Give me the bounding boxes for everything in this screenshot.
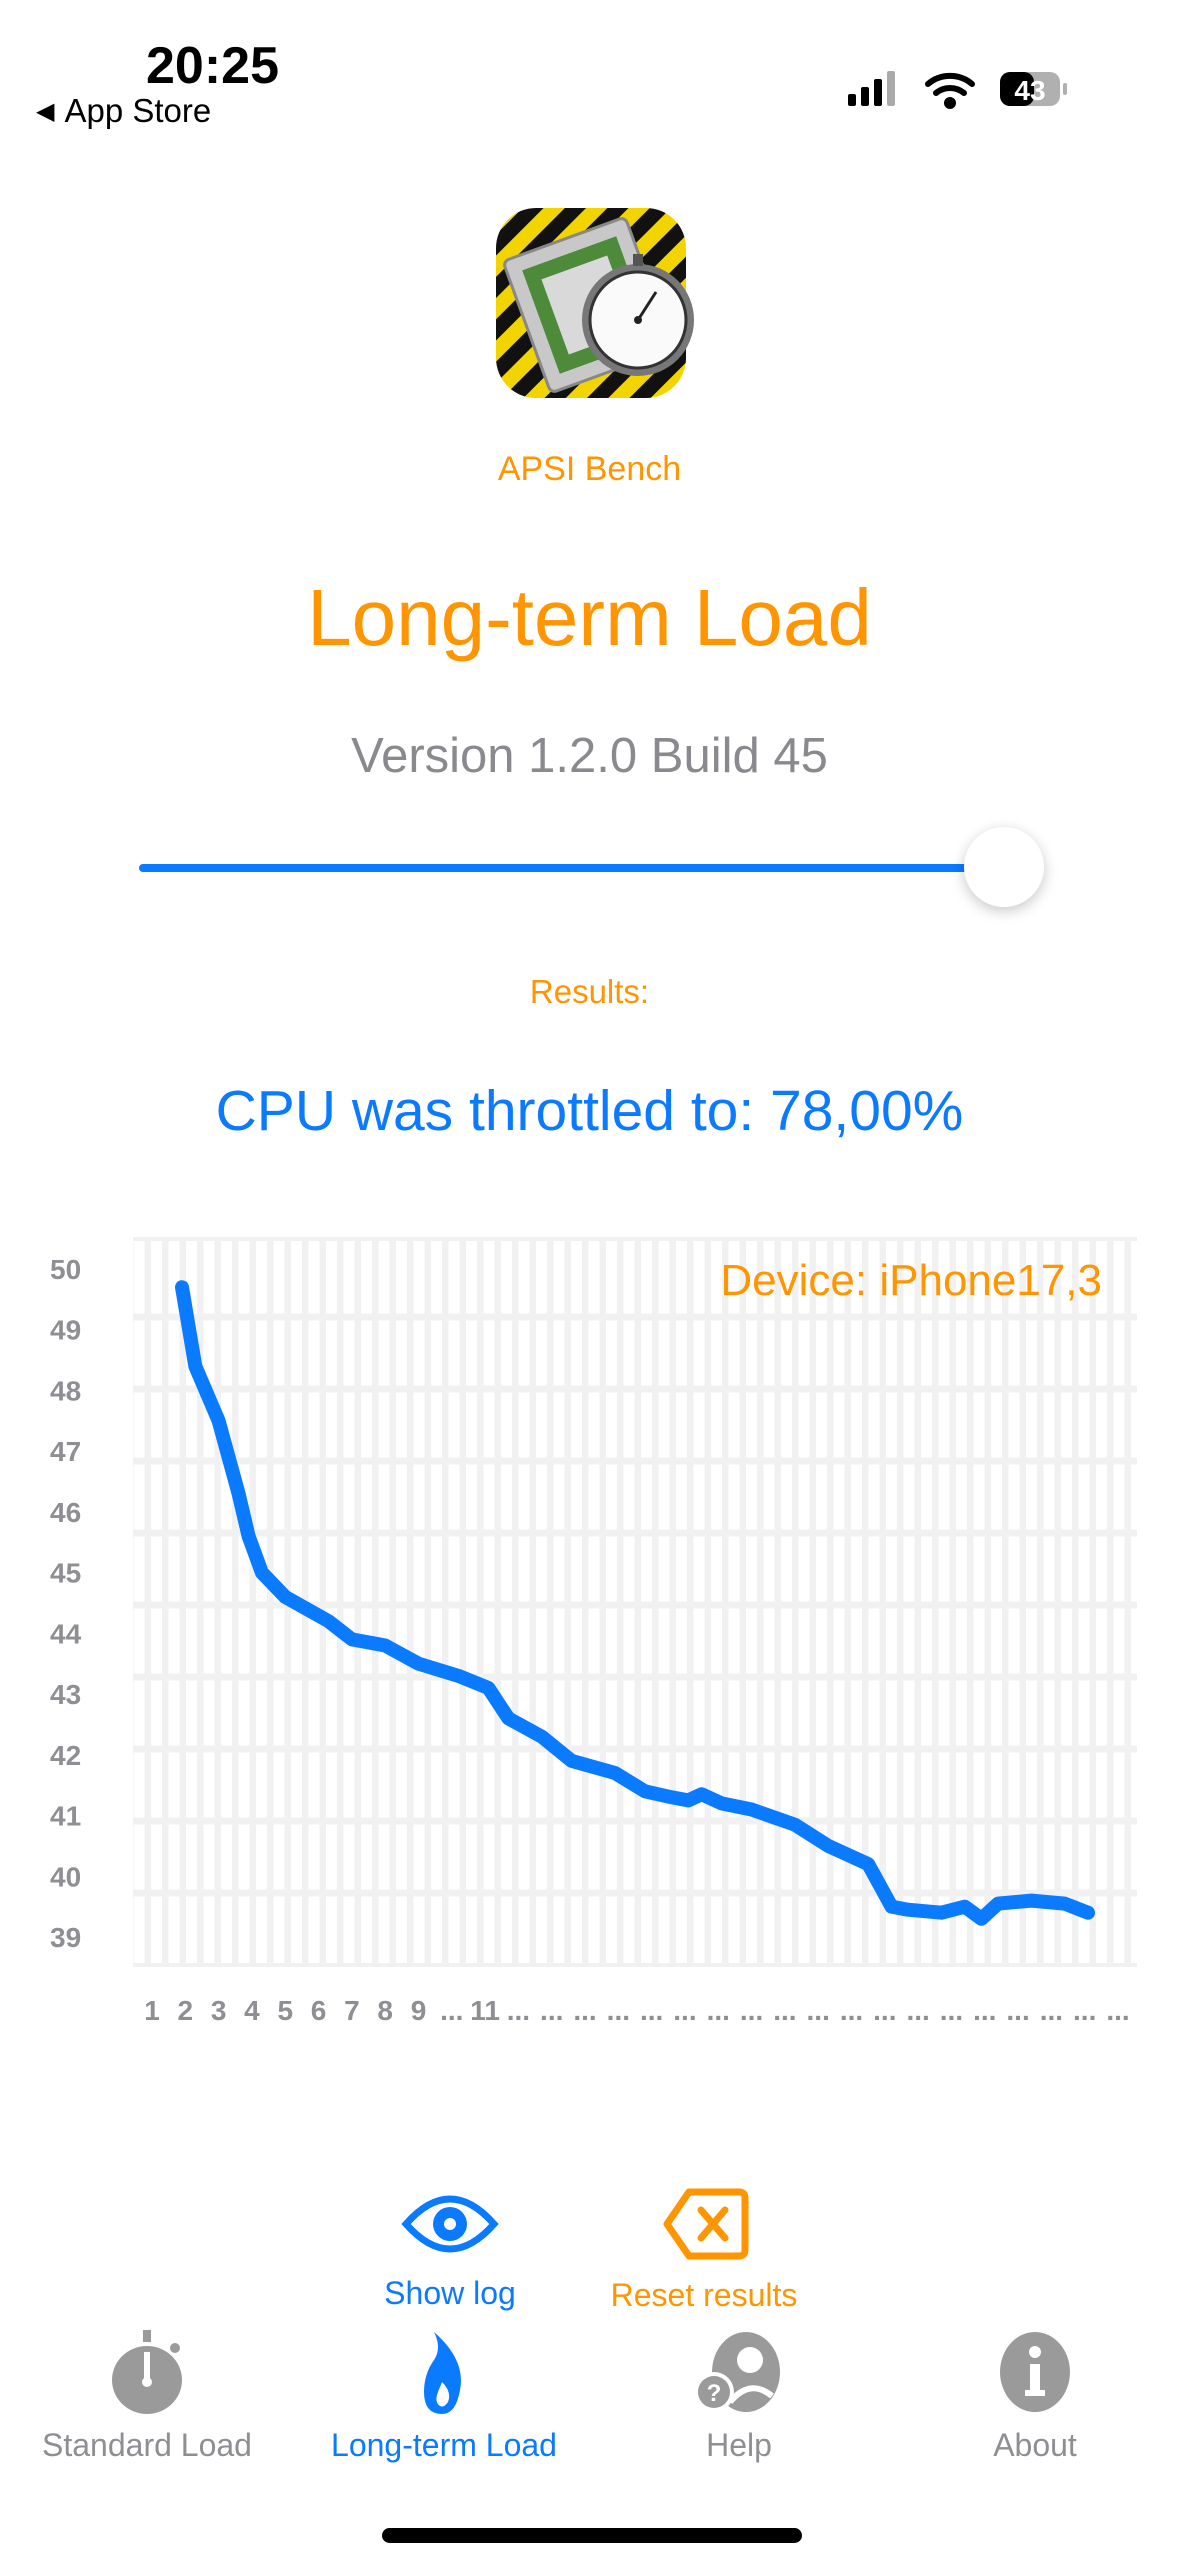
tab-about[interactable]: About <box>890 2330 1179 2464</box>
duration-slider-thumb[interactable] <box>964 827 1044 907</box>
x-tick-label: 11 <box>470 1995 500 2026</box>
tab-label: Help <box>706 2427 772 2463</box>
back-to-app-store[interactable]: ◀ App Store <box>36 92 211 130</box>
y-tick-label: 40 <box>50 1861 81 1892</box>
throttle-chart: 504948474645444342414039 1 2 3 4 5 6 7 8 9... 11.… <box>50 1237 1142 2026</box>
x-tick-label: ... <box>540 1995 563 2026</box>
y-tick-label: 44 <box>50 1618 82 1649</box>
tab-help[interactable]: ? Help <box>594 2330 884 2464</box>
x-tick-label: ... <box>773 1995 796 2026</box>
x-tick-label: ... <box>640 1995 663 2026</box>
y-tick-label: 47 <box>50 1436 81 1467</box>
device-annotation: Device: iPhone17,3 <box>720 1256 1102 1305</box>
x-tick-label: ... <box>740 1995 763 2026</box>
tab-label: Long-term Load <box>331 2427 557 2463</box>
app-name: APSI Bench <box>497 450 682 488</box>
status-icons: 43 <box>848 71 1067 109</box>
x-tick-label: ... <box>1106 1995 1129 2026</box>
x-tick-label: ... <box>807 1995 830 2026</box>
x-tick-label: ... <box>607 1995 630 2026</box>
x-tick-label: ... <box>1040 1995 1063 2026</box>
y-tick-label: 49 <box>50 1315 81 1346</box>
y-tick-label: 46 <box>50 1497 81 1528</box>
x-tick-label: 5 <box>277 1995 293 2026</box>
help-person-icon: ? <box>694 2332 780 2412</box>
x-tick-label: 9 <box>411 1995 427 2026</box>
y-tick-label: 48 <box>50 1375 81 1406</box>
throttle-result: CPU was throttled to: 78,00% <box>215 1079 964 1143</box>
duration-slider-track[interactable] <box>139 864 1005 872</box>
results-label: Results: <box>529 973 650 1010</box>
tab-label: About <box>993 2427 1077 2463</box>
x-tick-label: ... <box>440 1995 463 2026</box>
x-tick-label: ... <box>940 1995 963 2026</box>
x-tick-label: ... <box>1073 1995 1096 2026</box>
status-time: 20:25 <box>146 37 279 95</box>
eye-icon <box>401 2195 499 2253</box>
battery-icon: 43 <box>1000 72 1067 106</box>
signal-icon <box>848 71 895 106</box>
x-tick-label: 1 <box>144 1995 160 2026</box>
tab-label: Standard Load <box>42 2427 252 2463</box>
svg-text:?: ? <box>707 2380 722 2407</box>
y-tick-label: 45 <box>50 1558 81 1589</box>
back-arrow-icon: ◀ <box>36 98 55 125</box>
back-label: App Store <box>64 92 212 129</box>
y-tick-label: 43 <box>50 1679 81 1710</box>
x-tick-label: ... <box>1006 1995 1029 2026</box>
info-icon <box>1000 2332 1070 2412</box>
x-tick-label: ... <box>906 1995 929 2026</box>
x-tick-label: 3 <box>211 1995 227 2026</box>
page-title: Long-term Load <box>307 573 872 662</box>
x-tick-label: ... <box>873 1995 896 2026</box>
home-indicator <box>382 2528 802 2543</box>
tab-standard-load[interactable]: Standard Load <box>2 2330 292 2464</box>
tab-long-term-load[interactable]: Long-term Load <box>299 2330 589 2464</box>
wifi-icon <box>925 72 975 109</box>
x-tick-label: ... <box>973 1995 996 2026</box>
y-tick-label: 42 <box>50 1740 81 1771</box>
stopwatch-icon <box>112 2330 182 2414</box>
x-tick-label: 8 <box>377 1995 393 2026</box>
show-log-label: Show log <box>384 2275 516 2311</box>
x-tick-label: ... <box>707 1995 730 2026</box>
delete-left-icon <box>663 2188 749 2260</box>
battery-level: 43 <box>1014 75 1045 106</box>
reset-results-button[interactable]: Reset results <box>574 2186 834 2314</box>
x-tick-label: ... <box>573 1995 596 2026</box>
y-tick-label: 41 <box>50 1801 81 1832</box>
y-tick-label: 50 <box>50 1254 81 1285</box>
x-tick-label: ... <box>673 1995 696 2026</box>
flame-icon <box>424 2332 461 2414</box>
x-tick-label: 4 <box>244 1995 260 2026</box>
show-log-button[interactable]: Show log <box>320 2188 580 2312</box>
x-tick-label: ... <box>507 1995 530 2026</box>
x-tick-label: 2 <box>178 1995 194 2026</box>
version-label: Version 1.2.0 Build 45 <box>351 729 828 783</box>
reset-results-label: Reset results <box>610 2277 798 2313</box>
app-logo-icon <box>496 208 694 398</box>
x-tick-label: 7 <box>344 1995 360 2026</box>
x-tick-label: ... <box>840 1995 863 2026</box>
x-tick-label: 6 <box>311 1995 327 2026</box>
y-tick-label: 39 <box>50 1922 81 1953</box>
